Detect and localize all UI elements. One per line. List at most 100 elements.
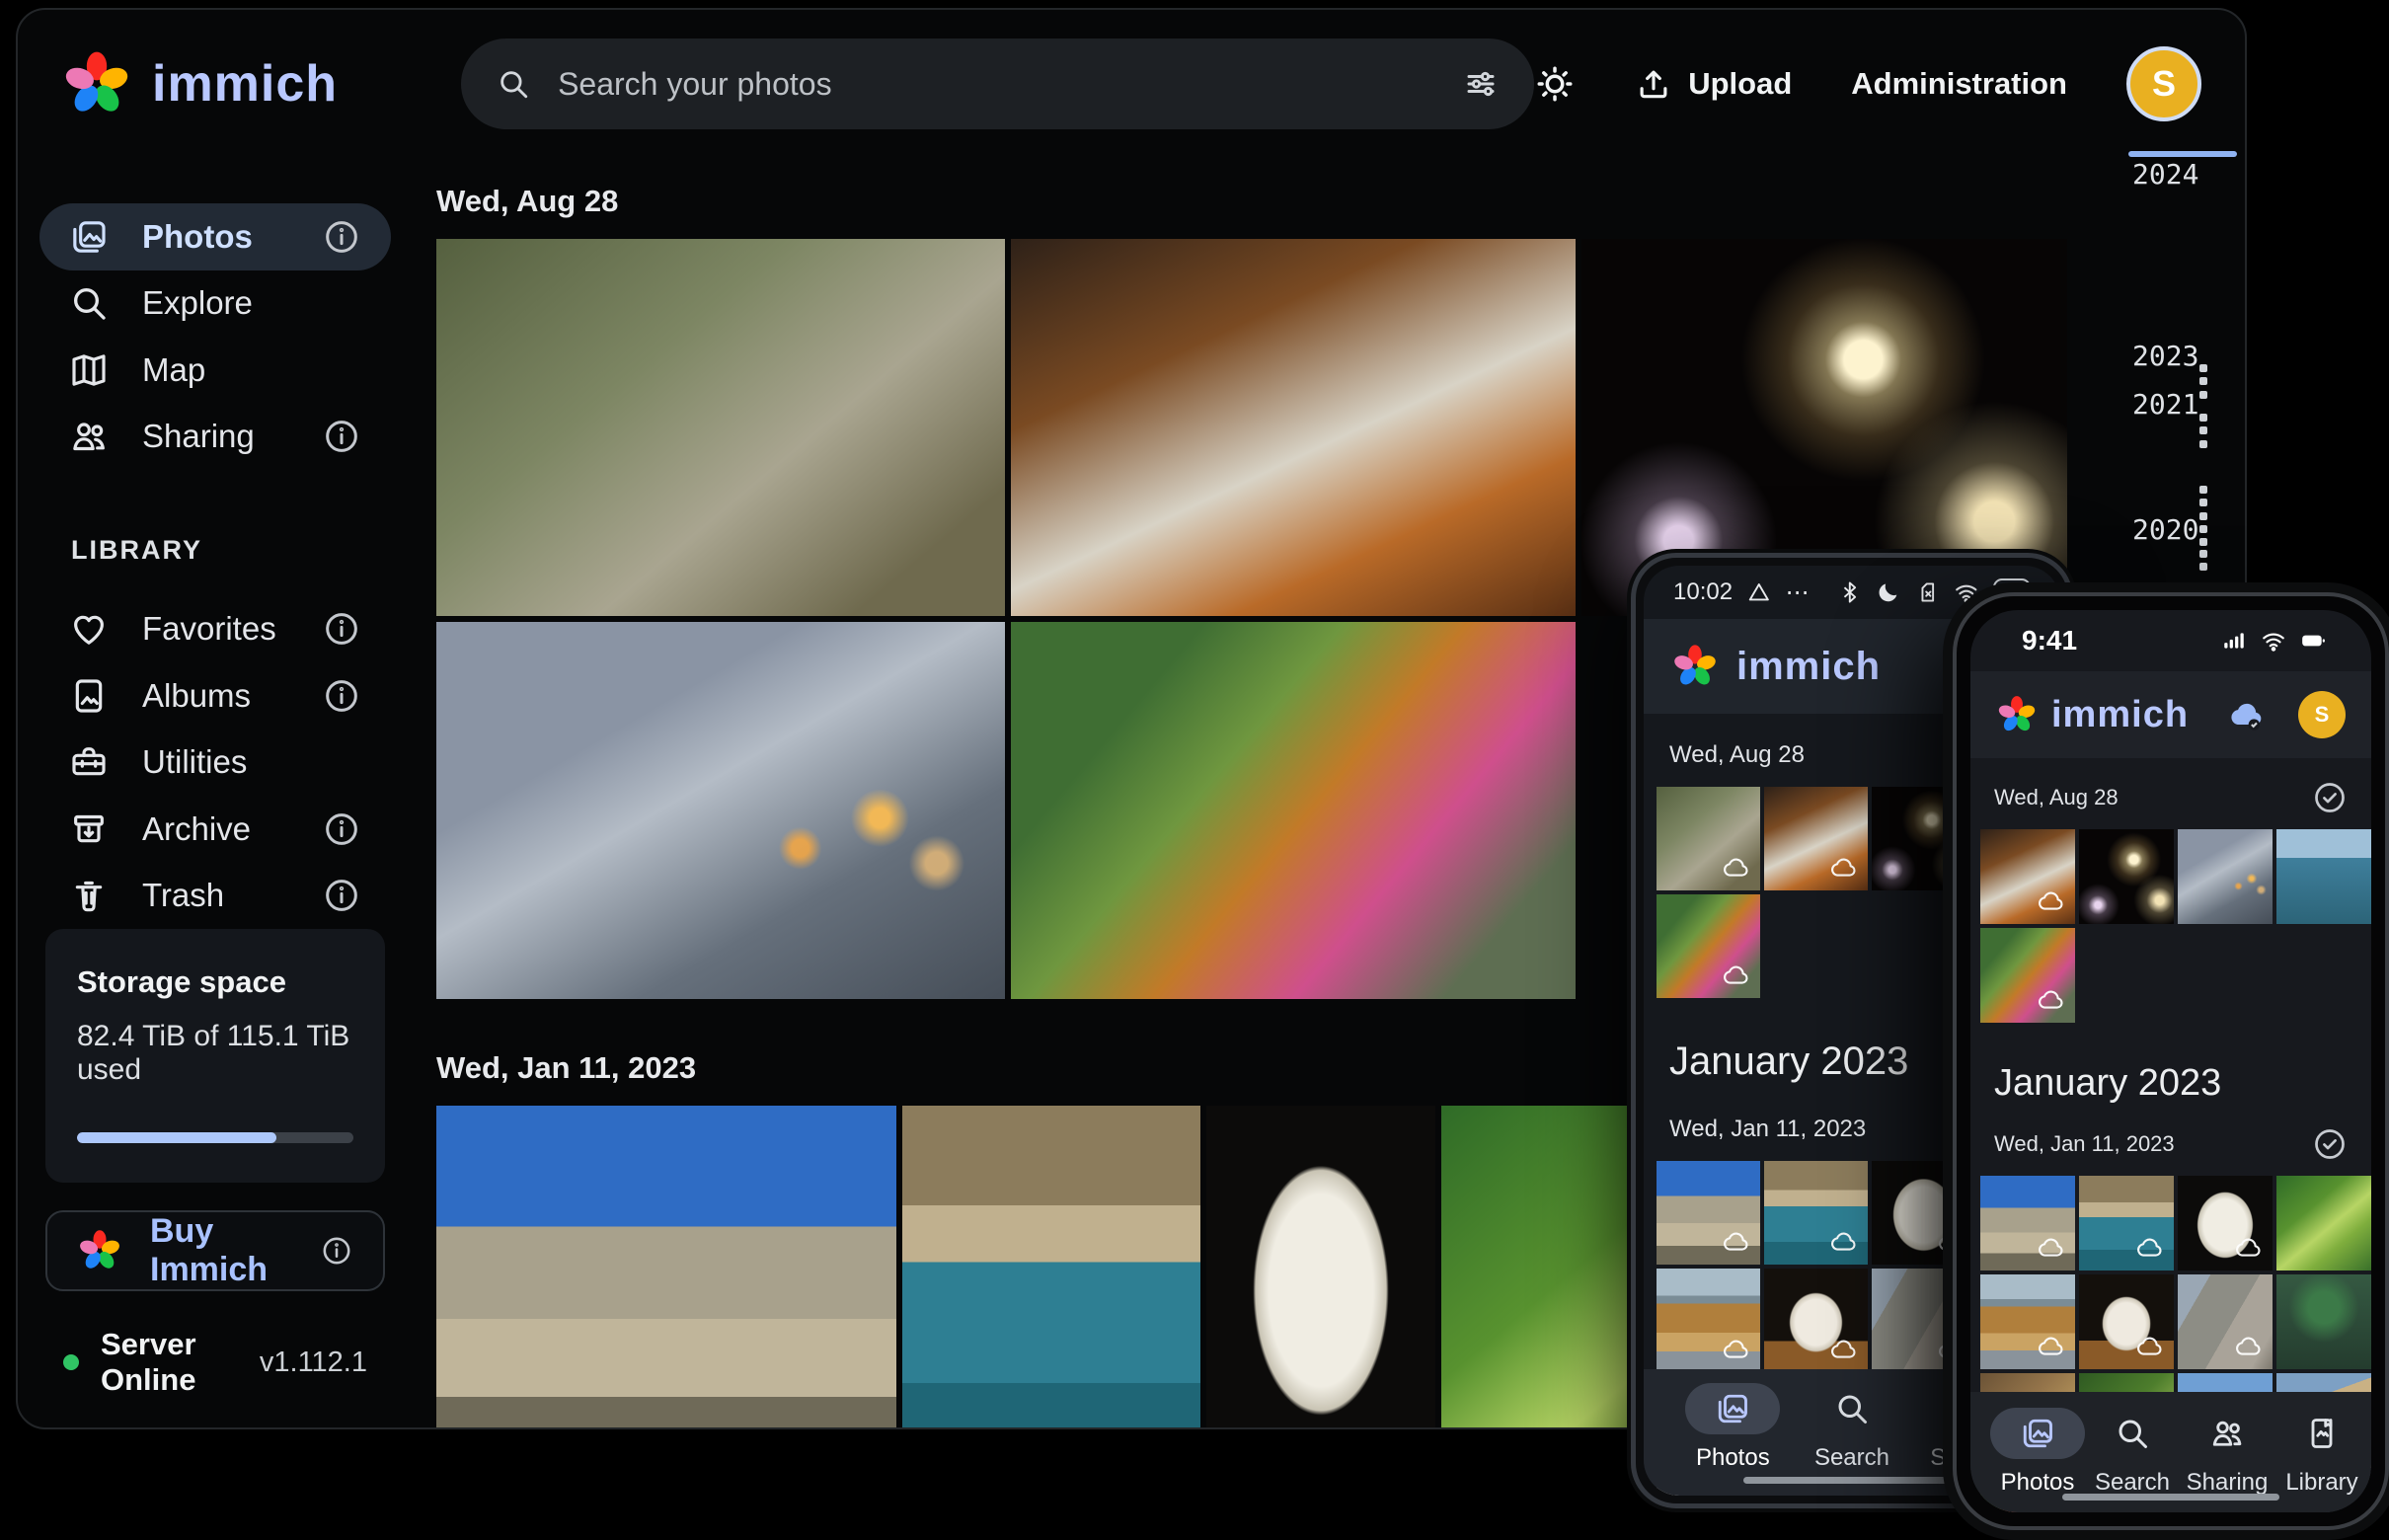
select-all-check-icon[interactable]: [2312, 1126, 2348, 1162]
utilities-icon: [69, 742, 109, 782]
status-time: 9:41: [2022, 625, 2077, 656]
server-status-label: Server Online: [101, 1327, 238, 1398]
library-icon: [2304, 1416, 2340, 1451]
timeline-segment-dot: [2199, 414, 2207, 422]
photo-thumbnail-beach[interactable]: [1980, 1274, 2075, 1369]
search-filter-icon[interactable]: [1463, 66, 1499, 102]
info-icon[interactable]: [322, 876, 361, 915]
timeline-segment-dot: [2199, 550, 2207, 558]
photo-thumbnail-sea[interactable]: [2276, 829, 2371, 924]
immich-flower-icon: [1996, 694, 2038, 735]
photo-thumbnail-faces[interactable]: [2079, 1274, 2174, 1369]
photo-thumbnail-zoo[interactable]: [436, 239, 1005, 616]
date-group-row: Wed, Aug 28: [1970, 758, 2371, 829]
photo-thumbnail-castle[interactable]: [436, 1106, 896, 1429]
timeline-year[interactable]: 2024: [2132, 158, 2198, 191]
photo-thumbnail-castle[interactable]: [1657, 1161, 1760, 1265]
info-icon[interactable]: [322, 217, 361, 257]
photo-thumbnail-hands[interactable]: [436, 622, 1005, 999]
photo-thumbnail-autumn[interactable]: [1011, 622, 1576, 999]
sidebar: Photos Explore Map Sharing LIBRARY Favor…: [18, 158, 413, 1427]
info-icon[interactable]: [322, 676, 361, 716]
wifi-icon: [1954, 579, 1979, 605]
timeline-segment-dot: [2199, 563, 2207, 571]
sidebar-item-photos[interactable]: Photos: [39, 203, 391, 270]
photo-thumbnail-coastal[interactable]: [1764, 1161, 1868, 1265]
sidebar-item-sharing[interactable]: Sharing: [39, 404, 391, 471]
photo-thumbnail-berries[interactable]: [2276, 1176, 2371, 1270]
timeline-year[interactable]: 2020: [2132, 513, 2198, 546]
cloud-backup-icon: [1721, 853, 1750, 883]
date-group-row: Wed, Jan 11, 2023: [1970, 1105, 2371, 1176]
photo-thumbnail-bust[interactable]: [2178, 1176, 2273, 1270]
photo-thumbnail-dinner[interactable]: [1011, 239, 1576, 616]
search-input[interactable]: Search your photos: [558, 66, 1435, 103]
timeline-year[interactable]: 2023: [2132, 340, 2198, 372]
photo-grid: [1970, 829, 2371, 1023]
info-icon[interactable]: [320, 1234, 353, 1268]
sidebar-item-explore[interactable]: Explore: [39, 270, 391, 338]
immich-marketing-screenshot: immich Search your photos Upload Adminis…: [0, 0, 2389, 1540]
battery-icon: [2298, 628, 2328, 654]
timeline-segment-dot: [2199, 440, 2207, 448]
cloud-backup-icon: [2036, 886, 2065, 916]
search-icon: [1834, 1391, 1870, 1426]
photo-thumbnail-coastal[interactable]: [2079, 1176, 2174, 1270]
sharing-icon: [2209, 1416, 2245, 1451]
buy-immich-button[interactable]: Buy Immich: [45, 1210, 385, 1291]
sidebar-item-map[interactable]: Map: [39, 337, 391, 404]
photo-thumbnail-coastal[interactable]: [902, 1106, 1200, 1429]
nav-item-library[interactable]: Library: [2274, 1408, 2369, 1512]
sidebar-item-albums[interactable]: Albums: [39, 662, 391, 730]
photo-thumbnail-autumn[interactable]: [1657, 894, 1760, 998]
albums-icon: [69, 676, 109, 716]
photo-thumbnail-dinner[interactable]: [1764, 787, 1868, 890]
top-actions: Upload Administration S: [1534, 46, 2201, 121]
sun-icon: [1534, 63, 1576, 105]
photo-thumbnail-bust[interactable]: [1206, 1106, 1435, 1429]
cloud-backup-icon: [1828, 853, 1858, 883]
user-avatar[interactable]: S: [2126, 46, 2201, 121]
date-group-header: Wed, Aug 28: [436, 184, 2117, 219]
info-icon[interactable]: [322, 809, 361, 849]
sidebar-item-utilities[interactable]: Utilities: [39, 729, 391, 796]
server-online-dot: [63, 1354, 79, 1370]
sidebar-item-favorites[interactable]: Favorites: [39, 595, 391, 662]
storage-space-card: Storage space 82.4 TiB of 115.1 TiB used: [45, 929, 385, 1183]
cloud-backup-icon: [2233, 1233, 2263, 1263]
upload-button[interactable]: Upload: [1635, 65, 1792, 103]
photo-thumbnail-faces[interactable]: [1764, 1269, 1868, 1372]
photo-thumbnail-dinner[interactable]: [1980, 829, 2075, 924]
home-indicator: [1743, 1477, 1961, 1484]
photo-thumbnail-fireworks[interactable]: [2079, 829, 2174, 924]
info-icon[interactable]: [322, 609, 361, 649]
cloud-backup-icon: [1721, 1227, 1750, 1257]
photo-thumbnail-beach[interactable]: [1657, 1269, 1760, 1372]
storage-progress-bar: [77, 1132, 353, 1143]
photo-thumbnail-castle[interactable]: [1980, 1176, 2075, 1270]
app-logo[interactable]: immich: [61, 48, 338, 119]
administration-link[interactable]: Administration: [1851, 66, 2067, 102]
timeline-year[interactable]: 2021: [2132, 388, 2198, 421]
dnd-moon-icon: [1876, 579, 1901, 605]
photo-thumbnail-autumn[interactable]: [1980, 928, 2075, 1023]
photo-thumbnail-hands[interactable]: [2178, 829, 2273, 924]
select-all-check-icon[interactable]: [2312, 780, 2348, 815]
photo-thumbnail-zoo[interactable]: [1657, 787, 1760, 890]
iphone-status-bar: 9:41: [1970, 610, 2371, 671]
photo-thumbnail-tree[interactable]: [2276, 1274, 2371, 1369]
info-icon[interactable]: [322, 417, 361, 456]
user-avatar[interactable]: S: [2298, 691, 2346, 738]
storage-title: Storage space: [77, 964, 353, 1000]
photo-thumbnail-ruin[interactable]: [2178, 1274, 2273, 1369]
cloud-sync-icon[interactable]: [2223, 695, 2269, 734]
ellipsis-icon: ⋯: [1786, 578, 1810, 607]
search-bar[interactable]: Search your photos: [461, 38, 1534, 129]
photos-icon: [1715, 1391, 1750, 1426]
timeline-scrub-indicator[interactable]: [2128, 151, 2237, 157]
sidebar-item-trash[interactable]: Trash: [39, 863, 391, 930]
theme-toggle-button[interactable]: [1534, 63, 1576, 105]
app-wordmark: immich: [2051, 694, 2189, 736]
sidebar-item-archive[interactable]: Archive: [39, 796, 391, 863]
month-heading: January 2023: [1970, 1023, 2371, 1105]
